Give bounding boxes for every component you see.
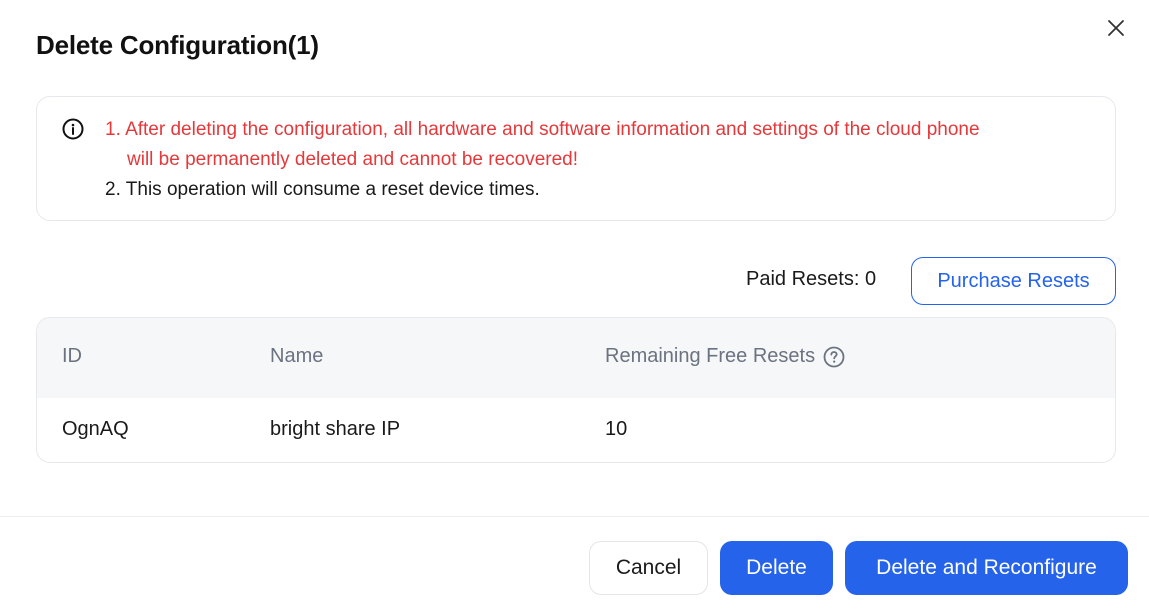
close-button[interactable] bbox=[1102, 14, 1130, 42]
delete-and-reconfigure-button[interactable]: Delete and Reconfigure bbox=[845, 541, 1128, 595]
notice-line-2: 2. This operation will consume a reset d… bbox=[105, 179, 540, 200]
warning-notice: 1. After deleting the configuration, all… bbox=[36, 96, 1116, 221]
devices-table: ID Name Remaining Free Resets OgnAQ brig… bbox=[36, 317, 1116, 463]
column-header-name-label: Name bbox=[270, 345, 324, 367]
column-header-remaining-free-resets: Remaining Free Resets bbox=[605, 345, 845, 368]
column-header-remaining-label: Remaining Free Resets bbox=[605, 345, 816, 367]
close-icon bbox=[1108, 20, 1124, 36]
cancel-button[interactable]: Cancel bbox=[589, 541, 708, 595]
column-header-id-label: ID bbox=[62, 345, 82, 367]
table-cell-name: bright share IP bbox=[270, 418, 401, 440]
delete-configuration-dialog: Delete Configuration(1) 1. After deletin… bbox=[0, 0, 1149, 612]
column-header-id: ID bbox=[62, 345, 82, 368]
table-cell-id: OgnAQ bbox=[62, 418, 129, 440]
notice-line-1: 1. After deleting the configuration, all… bbox=[105, 119, 980, 140]
table-cell-remaining-free-resets: 10 bbox=[605, 418, 628, 440]
column-header-name: Name bbox=[270, 345, 323, 368]
purchase-resets-button[interactable]: Purchase Resets bbox=[911, 257, 1116, 305]
notice-line-1-continued: will be permanently deleted and cannot b… bbox=[127, 149, 579, 170]
footer-divider bbox=[0, 516, 1149, 517]
info-icon bbox=[62, 118, 84, 140]
question-circle-icon[interactable] bbox=[823, 346, 845, 368]
delete-button[interactable]: Delete bbox=[720, 541, 833, 595]
table-header: ID Name Remaining Free Resets bbox=[37, 318, 1115, 398]
dialog-title: Delete Configuration(1) bbox=[36, 30, 319, 60]
paid-resets-count: Paid Resets: 0 bbox=[746, 268, 877, 290]
